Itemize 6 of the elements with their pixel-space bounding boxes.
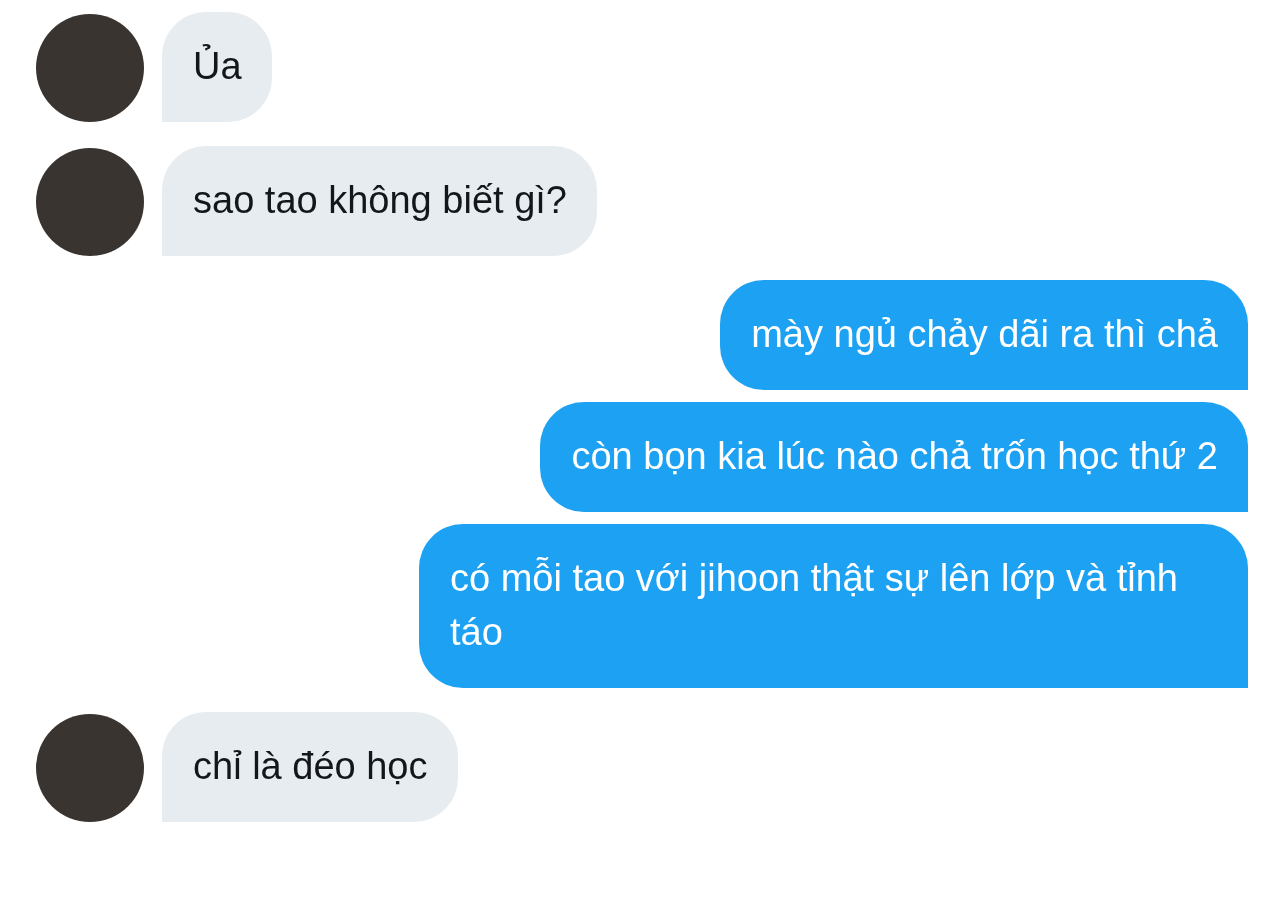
message-bubble: có mỗi tao với jihoon thật sự lên lớp và tỉnh táo (419, 524, 1248, 688)
message-bubble: còn bọn kia lúc nào chả trốn học thứ 2 (540, 402, 1248, 512)
message-bubble: mày ngủ chảy dãi ra thì chả (720, 280, 1248, 390)
message-bubble: chỉ là đéo học (162, 712, 458, 822)
message-bubble: Ủa (162, 12, 272, 122)
message-bubble: sao tao không biết gì? (162, 146, 597, 256)
